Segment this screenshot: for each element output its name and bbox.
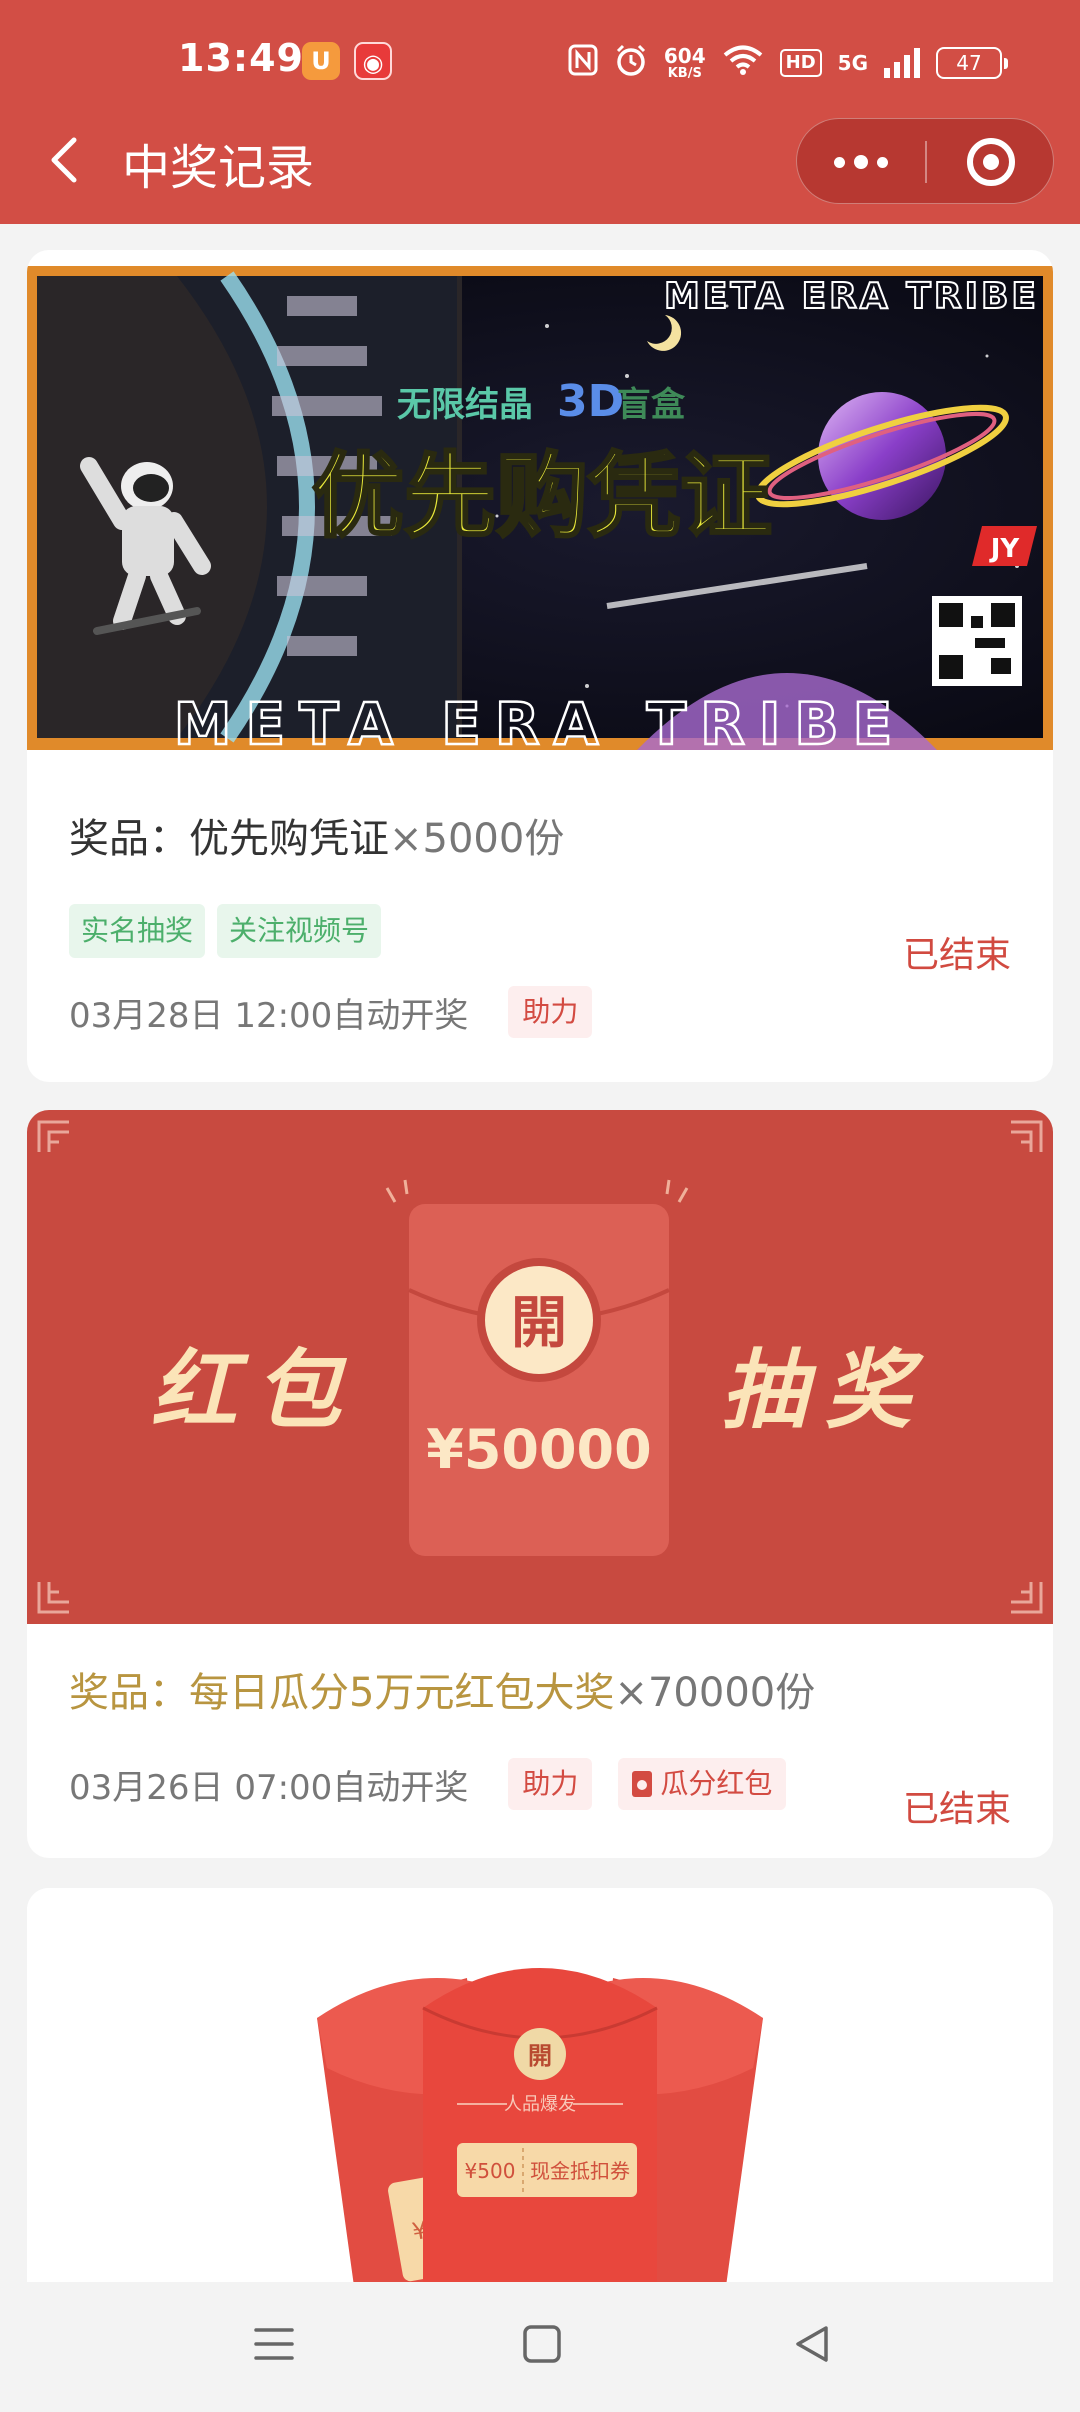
banner-subtitle-c: 盲盒 — [617, 385, 686, 425]
qr-code-image — [932, 596, 1022, 686]
signal-icon — [884, 48, 920, 78]
chevron-left-icon — [51, 137, 77, 183]
wifi-icon — [722, 44, 764, 82]
tag-split-red-packet-label: 瓜分红包 — [660, 1767, 773, 1800]
svg-text:JY: JY — [989, 534, 1021, 564]
netease-music-icon: ◉ — [354, 42, 392, 80]
net-speed-unit: KB/S — [667, 65, 702, 81]
alarm-icon — [614, 43, 648, 83]
network-type: 5G — [837, 51, 868, 75]
app-header: 13:49 U ◉ 604 KB/S HD 5G 47 中奖记录 — [0, 0, 1080, 224]
prize-label: 奖品： — [69, 1670, 189, 1716]
condition-tags: 实名抽奖 关注视频号 — [69, 904, 382, 958]
banner-left-text: 红包 — [151, 1341, 359, 1441]
page-title: 中奖记录 — [122, 140, 315, 196]
prize-banner-image: ¥ 開 人品爆发 ¥500 现金抵扣券 — [27, 1888, 1053, 2282]
target-close-icon — [967, 138, 1015, 186]
envelope-seal-text: 開 — [511, 1290, 567, 1356]
system-back-button[interactable] — [790, 2322, 834, 2370]
envelope-seal-text: 開 — [528, 2041, 552, 2070]
coupon-label: 现金抵扣券 — [530, 2159, 630, 2183]
prize-qty: ×5000份 — [389, 816, 565, 862]
mini-program-capsule — [796, 118, 1054, 204]
prize-card[interactable]: META ERA TRIBE 无限结晶 3D 盲盒 优先购凭证 JY META … — [27, 250, 1053, 1082]
status-icons: 604 KB/S HD 5G 47 — [568, 38, 1008, 88]
status-bar: 13:49 U ◉ 604 KB/S HD 5G 47 — [0, 0, 1080, 120]
banner-subtitle-b: 3D — [557, 376, 624, 427]
home-button[interactable] — [520, 2322, 564, 2370]
hd-badge: HD — [779, 49, 822, 77]
more-dots-icon — [834, 156, 845, 168]
tag-follow-channel: 关注视频号 — [217, 904, 382, 958]
battery-icon: 47 — [936, 47, 1008, 79]
uc-browser-icon: U — [302, 42, 340, 80]
status-badge: 已结束 — [902, 1789, 1011, 1830]
coupon-amount: ¥500 — [465, 2159, 516, 2183]
prize-title: 奖品：每日瓜分5万元红包大奖×70000份 — [69, 1660, 815, 1718]
prize-label: 奖品： — [69, 816, 189, 862]
banner-headline: 优先购凭证 — [312, 443, 772, 550]
tag-assist: 助力 — [508, 1758, 593, 1810]
tag-assist: 助力 — [508, 986, 593, 1038]
jy-logo: JY — [972, 526, 1037, 566]
tag-split-red-packet: 瓜分红包 — [618, 1758, 787, 1810]
menu-lines-icon — [254, 2328, 294, 2360]
back-button[interactable] — [36, 130, 96, 190]
more-button[interactable] — [797, 119, 925, 205]
net-speed: 604 KB/S — [664, 46, 706, 81]
tag-real-name: 实名抽奖 — [69, 904, 206, 958]
envelope-amount: ¥50000 — [426, 1418, 651, 1481]
battery-level: 47 — [956, 51, 982, 75]
draw-info: 03月26日 07:00自动开奖 助力 瓜分红包 — [69, 1758, 787, 1810]
prize-qty: ×70000份 — [614, 1670, 816, 1716]
prize-card[interactable]: ¥ 開 人品爆发 ¥500 现金抵扣券 — [27, 1888, 1053, 2282]
close-button[interactable] — [927, 119, 1055, 205]
draw-info: 03月28日 12:00自动开奖 助力 — [69, 986, 593, 1038]
brand-bottom-text: META ERA TRIBE — [174, 690, 906, 750]
draw-time: 03月26日 07:00自动开奖 — [69, 1767, 469, 1808]
status-time: 13:49 — [178, 36, 304, 80]
net-speed-value: 604 — [663, 43, 706, 68]
red-packet-icon — [632, 1771, 653, 1797]
prize-name: 每日瓜分5万元红包大奖 — [189, 1670, 615, 1716]
prize-title: 奖品：优先购凭证×5000份 — [69, 806, 564, 864]
brand-top-text: META ERA TRIBE — [664, 276, 1039, 317]
square-home-icon — [523, 2325, 561, 2363]
banner-subtitle-a: 无限结晶 — [397, 385, 533, 425]
triangle-back-icon — [796, 2326, 828, 2362]
banner-right-text: 抽奖 — [721, 1341, 929, 1441]
system-navigation-bar — [0, 2282, 1080, 2412]
menu-button[interactable] — [252, 2322, 296, 2370]
envelope-caption: 人品爆发 — [504, 2094, 576, 2115]
prize-banner-image: META ERA TRIBE 无限结晶 3D 盲盒 优先购凭证 JY META … — [27, 266, 1053, 750]
prize-banner-image: 開 ¥50000 红包 抽奖 — [27, 1110, 1053, 1624]
mode-tags: 助力 瓜分红包 — [508, 1758, 787, 1810]
prize-card[interactable]: 開 ¥50000 红包 抽奖 奖品：每日瓜分5万元红包大奖×70000份 03月… — [27, 1110, 1053, 1858]
prize-name: 优先购凭证 — [189, 816, 389, 862]
draw-time: 03月28日 12:00自动开奖 — [69, 995, 469, 1036]
status-badge: 已结束 — [902, 935, 1011, 976]
prize-record-list[interactable]: META ERA TRIBE 无限结晶 3D 盲盒 优先购凭证 JY META … — [0, 224, 1080, 2282]
nfc-icon — [568, 44, 598, 82]
